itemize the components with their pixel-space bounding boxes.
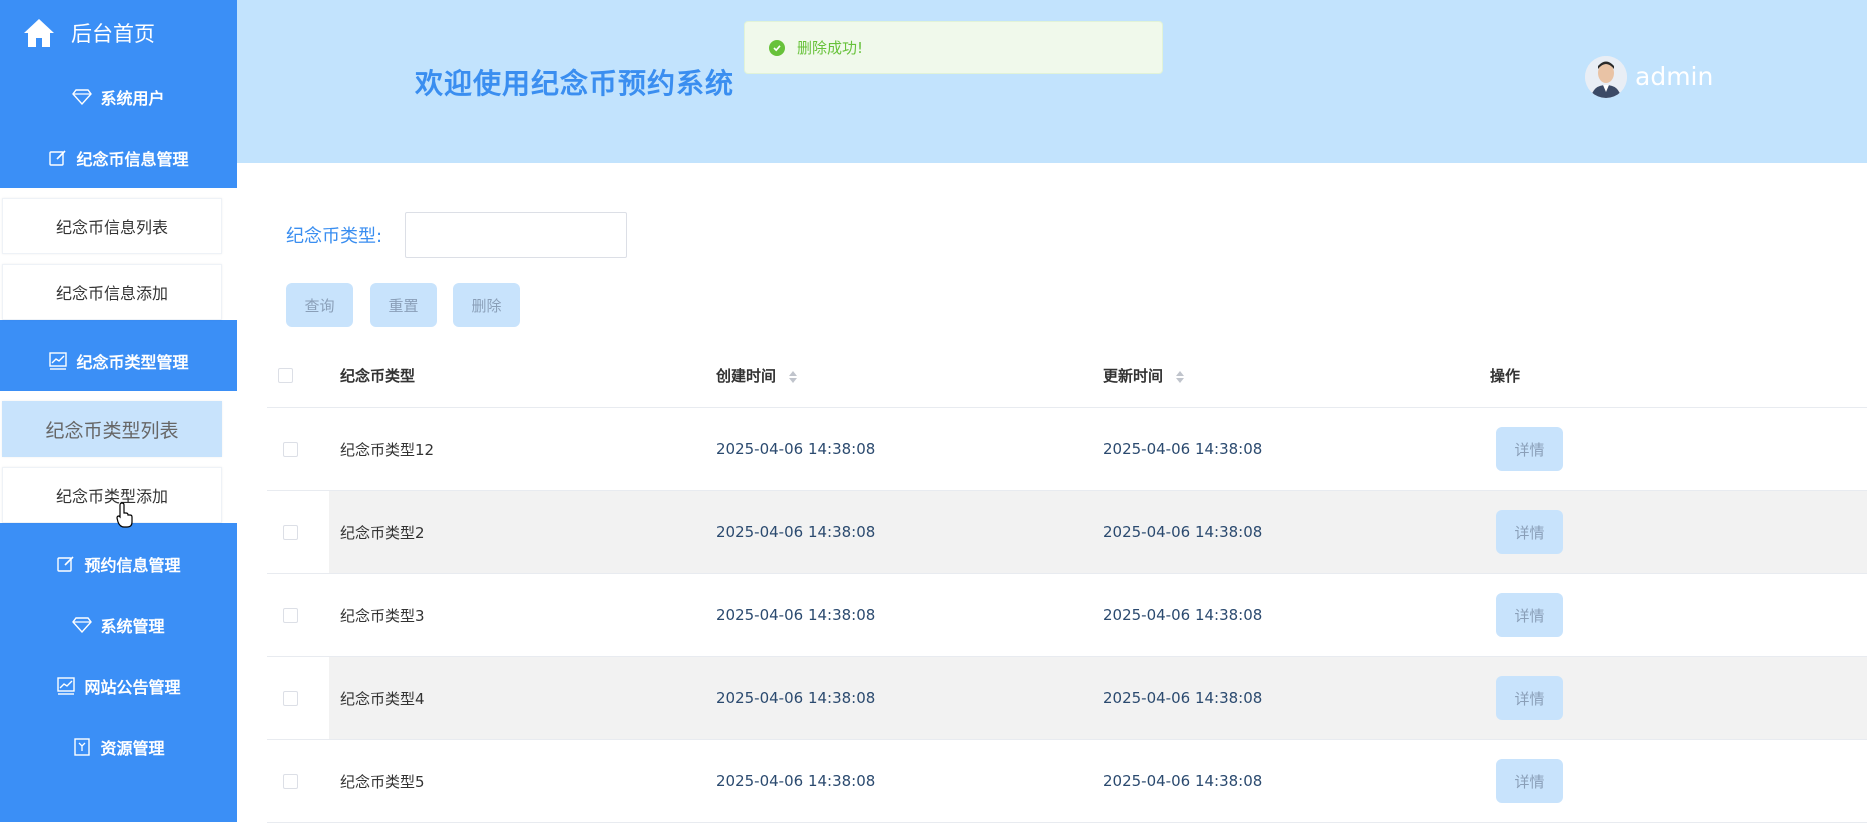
- cell-created: 2025-04-06 14:38:08: [716, 523, 876, 541]
- header-created[interactable]: 创建时间: [716, 365, 1103, 386]
- diamond-icon: [72, 87, 93, 107]
- sidebar-item-coin-type-mgmt[interactable]: 纪念币类型管理: [0, 330, 237, 391]
- page-title: 欢迎使用纪念币预约系统: [415, 67, 735, 100]
- sidebar-subitem-coin-type-add[interactable]: 纪念币类型添加: [2, 467, 222, 523]
- table-row: 纪念币类型4 2025-04-06 14:38:08 2025-04-06 14…: [267, 657, 1867, 740]
- sidebar-item-label: 预约信息管理: [84, 555, 181, 575]
- success-toast: 删除成功!: [744, 21, 1163, 74]
- detail-button[interactable]: 详情: [1496, 593, 1563, 637]
- cell-created: 2025-04-06 14:38:08: [716, 772, 876, 790]
- sidebar-item-label: 网站公告管理: [84, 677, 181, 697]
- sidebar-item-resource-mgmt[interactable]: 资源管理: [0, 716, 237, 777]
- cell-type: 纪念币类型5: [340, 772, 425, 791]
- row-checkbox[interactable]: [283, 607, 298, 623]
- sort-icon[interactable]: [789, 370, 798, 383]
- cell-type: 纪念币类型3: [340, 606, 425, 625]
- delete-button[interactable]: 删除: [453, 283, 520, 327]
- row-checkbox[interactable]: [283, 690, 298, 706]
- row-checkbox[interactable]: [283, 441, 298, 457]
- reset-button[interactable]: 重置: [370, 283, 437, 327]
- sidebar-subitem-coin-info-list[interactable]: 纪念币信息列表: [2, 198, 222, 254]
- row-checkbox[interactable]: [283, 773, 298, 789]
- cell-type: 纪念币类型2: [340, 523, 425, 542]
- table-row: 纪念币类型5 2025-04-06 14:38:08 2025-04-06 14…: [267, 740, 1867, 823]
- hand-cursor-icon: [116, 502, 133, 528]
- header-updated[interactable]: 更新时间: [1103, 365, 1490, 386]
- sidebar-item-system-users[interactable]: 系统用户: [0, 66, 237, 127]
- edit-icon: [48, 148, 68, 168]
- cell-type: 纪念币类型12: [340, 440, 435, 459]
- table-row: 纪念币类型12 2025-04-06 14:38:08 2025-04-06 1…: [267, 408, 1867, 491]
- cell-created: 2025-04-06 14:38:08: [716, 689, 876, 707]
- cell-updated: 2025-04-06 14:38:08: [1103, 523, 1263, 541]
- header-updated-label: 更新时间: [1103, 367, 1164, 385]
- cell-created: 2025-04-06 14:38:08: [716, 440, 876, 458]
- check-circle-icon: [769, 39, 785, 56]
- home-icon: [24, 19, 54, 47]
- sidebar-subitem-coin-info-add[interactable]: 纪念币信息添加: [2, 264, 222, 320]
- coin-type-table: 纪念币类型 创建时间 更新时间 操作 纪念币类型12 2025-04-06 14…: [267, 344, 1867, 823]
- select-all-checkbox[interactable]: [278, 368, 293, 383]
- username[interactable]: admin: [1635, 62, 1713, 91]
- sidebar-item-label: 系统管理: [100, 616, 165, 636]
- toast-message: 删除成功!: [797, 39, 864, 57]
- row-checkbox[interactable]: [283, 524, 298, 540]
- header-actions: 操作: [1490, 367, 1521, 385]
- sidebar-item-coin-info-mgmt[interactable]: 纪念币信息管理: [0, 127, 237, 188]
- sidebar-item-label: 纪念币类型管理: [76, 352, 189, 372]
- query-button[interactable]: 查询: [286, 283, 353, 327]
- detail-button[interactable]: 详情: [1496, 759, 1563, 803]
- sidebar-item-system-mgmt[interactable]: 系统管理: [0, 594, 237, 655]
- filter-label: 纪念币类型:: [286, 226, 383, 247]
- table-header: 纪念币类型 创建时间 更新时间 操作: [267, 344, 1867, 408]
- table-row: 纪念币类型2 2025-04-06 14:38:08 2025-04-06 14…: [267, 491, 1867, 574]
- cell-created: 2025-04-06 14:38:08: [716, 606, 876, 624]
- diamond-icon: [72, 615, 93, 635]
- cell-updated: 2025-04-06 14:38:08: [1103, 440, 1263, 458]
- detail-button[interactable]: 详情: [1496, 510, 1563, 554]
- chart-icon: [56, 676, 76, 696]
- edit-icon: [56, 554, 76, 574]
- cell-type: 纪念币类型4: [340, 689, 425, 708]
- bookmark-icon: [72, 737, 92, 757]
- header-type: 纪念币类型: [340, 367, 416, 385]
- sidebar-subitem-coin-type-list[interactable]: 纪念币类型列表: [2, 401, 222, 457]
- chart-icon: [48, 351, 68, 371]
- sidebar-item-label: 系统用户: [100, 88, 165, 108]
- sidebar: 后台首页 系统用户 纪念币信息管理 纪念币信息列表 纪念币信息添加 纪念币类型管…: [0, 0, 237, 822]
- cell-updated: 2025-04-06 14:38:08: [1103, 689, 1263, 707]
- submenu-coin-info: 纪念币信息列表 纪念币信息添加: [0, 188, 237, 320]
- sidebar-item-reservation-mgmt[interactable]: 预约信息管理: [0, 533, 237, 594]
- sidebar-item-announcement-mgmt[interactable]: 网站公告管理: [0, 655, 237, 716]
- sidebar-item-label: 纪念币信息管理: [76, 149, 189, 169]
- cell-updated: 2025-04-06 14:38:08: [1103, 772, 1263, 790]
- sidebar-home-label: 后台首页: [71, 22, 155, 46]
- detail-button[interactable]: 详情: [1496, 427, 1563, 471]
- sidebar-home[interactable]: 后台首页: [0, 0, 237, 66]
- header-created-label: 创建时间: [716, 367, 777, 385]
- cell-updated: 2025-04-06 14:38:08: [1103, 606, 1263, 624]
- sidebar-item-label: 资源管理: [100, 738, 165, 758]
- coin-type-search-input[interactable]: [405, 212, 627, 258]
- table-row: 纪念币类型3 2025-04-06 14:38:08 2025-04-06 14…: [267, 574, 1867, 657]
- avatar[interactable]: [1585, 56, 1627, 98]
- detail-button[interactable]: 详情: [1496, 676, 1563, 720]
- sort-icon[interactable]: [1176, 370, 1185, 383]
